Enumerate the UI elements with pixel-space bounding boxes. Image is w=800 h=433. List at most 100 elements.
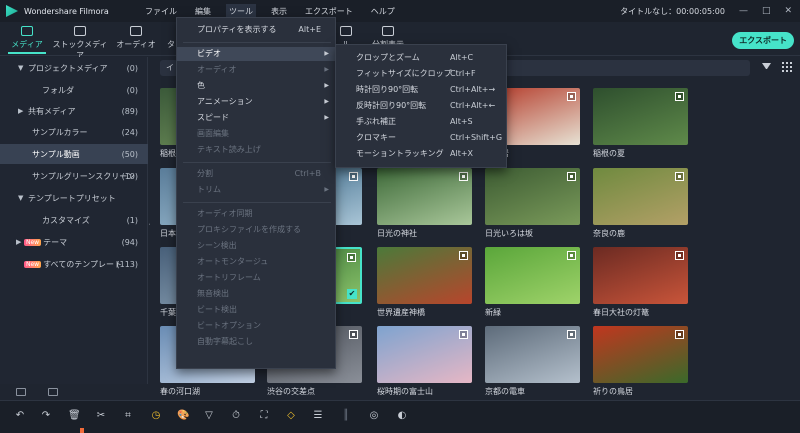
tab-audio-label: オーディオ [116,40,156,49]
project-status: タイトルなし：00:00:05:00 [620,6,725,16]
media-thumbnail[interactable] [377,168,472,225]
sidebar-item-shared-media[interactable]: ▶ 共有メディア (89) [0,102,148,120]
tools-menu-item[interactable]: ビデオ ▶ [177,47,335,61]
sidebar-item-sample-colors[interactable]: サンプルカラー (24) [0,123,148,141]
download-icon[interactable] [675,172,684,181]
expand-arrow-icon[interactable]: ▶ [16,238,24,246]
sidebar-item-count: (24) [121,127,138,137]
grid-view-icon[interactable] [782,62,792,72]
media-thumbnail[interactable] [593,88,688,145]
tools-menu-item[interactable]: スピード ▶ [177,111,335,125]
tab-stock-media[interactable]: ストックメディア [52,24,108,60]
media-thumbnail[interactable] [485,326,580,383]
media-thumbnail[interactable] [593,326,688,383]
media-thumbnail[interactable] [593,247,688,304]
video-submenu-item[interactable]: クロップとズーム Alt+C [336,50,506,66]
menu-item-shortcut: Ctrl+B [294,169,321,178]
media-thumbnail[interactable] [593,168,688,225]
stabilize-icon[interactable]: ◐ [396,410,408,422]
thumbnail-caption: 祈りの鳥居 [593,387,633,396]
media-thumbnail[interactable] [377,247,472,304]
download-icon[interactable] [675,92,684,101]
tab-media[interactable]: メディア [8,24,46,54]
thumbnail-caption: 稲根の夏 [593,149,625,158]
redo-icon[interactable]: ↷ [40,410,52,422]
video-submenu-item[interactable]: フィットサイズにクロップ Ctrl+F [336,66,506,82]
marker-icon[interactable]: ▽ [203,410,215,422]
crop-icon[interactable]: ⌗ [122,410,134,422]
menu-item-label: フィットサイズにクロップ [356,69,452,78]
thumbnail-caption: 春の河口湖 [160,387,200,396]
speed-icon[interactable]: ◷ [150,410,162,422]
collapse-arrow-icon[interactable]: ▼ [18,194,28,202]
media-thumbnail[interactable] [377,326,472,383]
sidebar-item-label: すべてのテンプレート [43,259,122,269]
download-icon[interactable] [349,330,358,339]
download-icon[interactable] [459,172,468,181]
download-icon[interactable] [675,251,684,260]
tab-audio[interactable]: オーディオ [116,24,156,54]
tab-titles[interactable]: タ [166,24,176,54]
sidebar-item-sample-video[interactable]: サンプル動画 (50) [0,144,148,164]
submenu-arrow-icon: ▶ [324,98,329,105]
thumbnail-caption: 奈良の鹿 [593,229,625,238]
sidebar-item-sample-greenscreen[interactable]: サンプルグリーンスクリーン (10) [0,167,148,185]
download-icon[interactable] [567,330,576,339]
sidebar-item-themes[interactable]: ▶ New テーマ (94) [0,233,148,251]
elements-icon [340,26,352,36]
delete-icon[interactable]: 🗑 [68,410,81,422]
menu-item-label: プロキシファイルを作成する [197,225,301,234]
download-icon[interactable] [459,330,468,339]
menu-help[interactable]: ヘルプ [368,4,398,19]
maximize-icon[interactable]: □ [762,6,771,16]
video-submenu-item[interactable]: 反時計回り90°回転 Ctrl+Alt+← [336,98,506,114]
video-submenu-item[interactable]: モーショントラッキング Alt+X [336,146,506,162]
minimize-icon[interactable]: — [739,6,748,16]
expand-arrow-icon[interactable]: ▶ [18,107,28,115]
color-icon[interactable]: 🎨 [177,410,189,422]
menu-file[interactable]: ファイル [142,4,180,19]
media-thumbnail[interactable] [485,168,580,225]
export-button[interactable]: エクスポート [732,32,794,49]
playhead-marker[interactable] [80,428,84,433]
audio-mixer-icon[interactable]: ☰ [312,410,324,422]
menu-item-label: シーン検出 [197,241,237,250]
sidebar-item-template-presets[interactable]: ▼ テンプレートプリセット [0,189,148,207]
download-icon[interactable] [675,330,684,339]
folder-icon[interactable] [48,388,58,396]
download-icon[interactable] [567,172,576,181]
sidebar-item-customize[interactable]: カスタマイズ (1) [0,211,148,229]
close-icon[interactable]: ✕ [784,6,792,16]
filter-icon[interactable] [762,63,771,72]
video-submenu-item[interactable]: クロマキー Ctrl+Shift+G [336,130,506,146]
sidebar-item-project-media[interactable]: ▼ プロジェクトメディア (0) [0,59,148,77]
tools-menu-item[interactable]: アニメーション ▶ [177,95,335,109]
menu-item-label: テキスト読み上げ [197,145,261,154]
duration-icon[interactable]: ⏱ [230,410,242,422]
tools-menu-item[interactable]: 色 ▶ [177,79,335,93]
download-icon[interactable] [459,251,468,260]
video-submenu-item[interactable]: 手ぶれ補正 Alt+S [336,114,506,130]
download-icon[interactable] [567,92,576,101]
new-folder-icon[interactable] [16,388,26,396]
menu-item-label: ビートオプション [197,321,261,330]
media-thumbnail[interactable] [485,247,580,304]
motion-track-icon[interactable]: ◎ [368,410,380,422]
sidebar-item-count: (113) [116,259,138,269]
cut-icon[interactable]: ✂ [95,410,107,422]
sidebar-item-folder[interactable]: フォルダ (0) [0,81,148,99]
video-submenu-item[interactable]: 時計回り90°回転 Ctrl+Alt+→ [336,82,506,98]
download-icon[interactable] [567,251,576,260]
download-icon[interactable] [349,172,358,181]
new-badge: New [24,260,42,268]
thumbnail-caption: 千葉 [160,308,176,317]
keyframe-icon[interactable]: ◇ [285,410,297,422]
sidebar-item-all-templates[interactable]: New すべてのテンプレート (113) [0,255,148,273]
download-icon[interactable] [347,253,356,262]
tools-menu-item[interactable]: プロパティを表示する Alt+E [177,23,335,37]
undo-icon[interactable]: ↶ [14,410,26,422]
thumbnail-caption: 日光いろは坂 [485,229,533,238]
fullscreen-icon[interactable]: ⛶ [258,410,270,422]
audio-wave-icon[interactable]: ║ [340,410,352,422]
collapse-arrow-icon[interactable]: ▼ [18,64,28,72]
